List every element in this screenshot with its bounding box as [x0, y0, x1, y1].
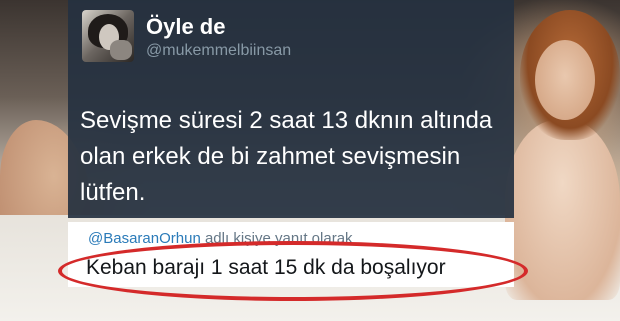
reply-context-label: adlı kişiye yanıt olarak [200, 230, 353, 247]
tweet-username[interactable]: @mukemmelbiinsan [146, 42, 291, 60]
background-person-right [505, 120, 620, 300]
tweet-display-name[interactable]: Öyle de [146, 14, 225, 40]
reply-mention-link[interactable]: @BasaranOrhun [88, 230, 201, 247]
reply-context: @BasaranOrhun adlı kişiye yanıt olarak [88, 230, 353, 247]
background-face [535, 40, 595, 120]
avatar[interactable] [82, 10, 134, 62]
tweet-text: Sevişme süresi 2 saat 13 dknın altında o… [80, 107, 493, 206]
reply-text: Keban barajı 1 saat 15 dk da boşalıyor [86, 256, 446, 279]
